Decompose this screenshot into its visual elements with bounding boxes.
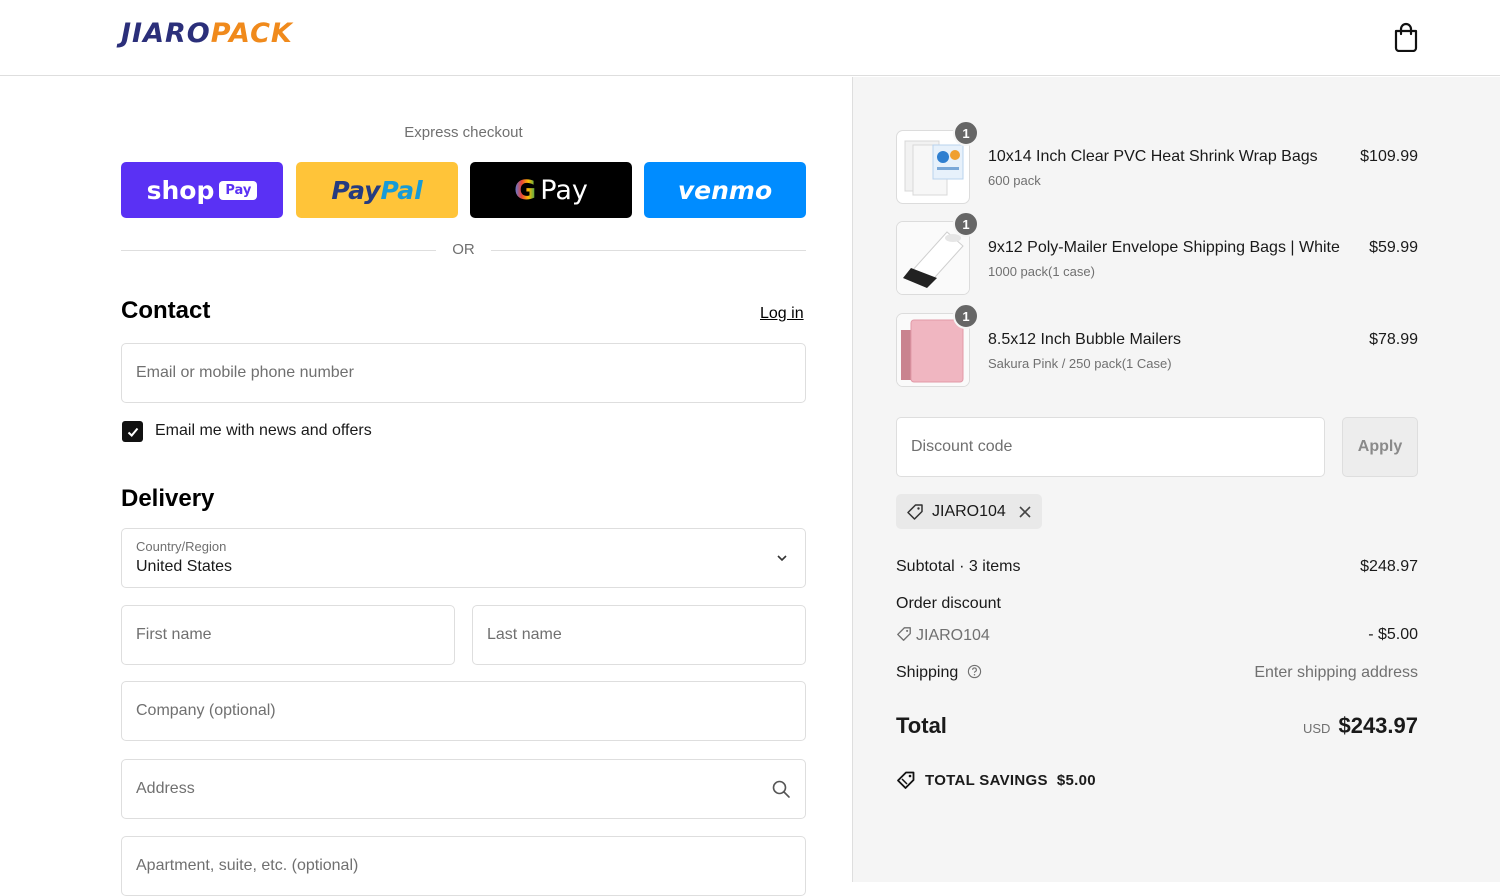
company-field-wrapper — [121, 681, 806, 741]
or-divider-text: OR — [452, 241, 475, 258]
delivery-heading: Delivery — [121, 485, 215, 512]
discount-value: - $5.00 — [1368, 626, 1418, 643]
discount-code-row: JIARO104 - $5.00 — [896, 626, 1418, 645]
shipping-row: Shipping Enter shipping address — [896, 664, 1418, 682]
country-select[interactable]: Country/Region United States — [121, 528, 806, 588]
tag-icon — [907, 503, 923, 520]
quantity-badge: 1 — [953, 211, 979, 237]
logo-text-accent: PACK — [210, 18, 293, 49]
newsletter-label: Email me with news and offers — [155, 422, 372, 439]
shop-pay-word: shop — [146, 175, 215, 205]
apply-discount-button[interactable]: Apply — [1342, 417, 1418, 477]
chevron-down-icon — [777, 555, 787, 562]
discount-code-input[interactable] — [897, 418, 1324, 476]
discount-field-wrapper — [896, 417, 1325, 477]
shopping-bag-icon[interactable] — [1392, 22, 1420, 52]
login-link[interactable]: Log in — [760, 305, 804, 323]
quantity-badge: 1 — [953, 303, 979, 329]
apartment-field-wrapper — [121, 836, 806, 896]
subtotal-row: Subtotal · 3 items $248.97 — [896, 558, 1418, 576]
apartment-input[interactable] — [122, 837, 805, 895]
paypal-word-1: Pay — [331, 175, 381, 205]
item-variant: 1000 pack(1 case) — [988, 264, 1095, 279]
help-circle-icon[interactable] — [967, 664, 982, 679]
or-divider-right — [491, 250, 806, 251]
last-name-input[interactable] — [473, 606, 805, 664]
tag-icon — [897, 627, 911, 641]
order-item: 1 10x14 Inch Clear PVC Heat Shrink Wrap … — [896, 120, 1418, 204]
newsletter-checkbox[interactable] — [122, 421, 143, 442]
item-price: $59.99 — [1369, 239, 1418, 256]
item-price: $109.99 — [1360, 148, 1418, 165]
address-field-wrapper — [121, 759, 806, 819]
order-item: 1 9x12 Poly-Mailer Envelope Shipping Bag… — [896, 211, 1418, 295]
address-input[interactable] — [122, 760, 805, 818]
total-value: $243.97 — [1338, 713, 1418, 738]
total-label: Total — [896, 713, 947, 738]
first-name-field-wrapper — [121, 605, 455, 665]
shop-pay-chip: Pay — [219, 180, 258, 200]
email-field-wrapper — [121, 343, 806, 403]
paypal-button[interactable]: Pay Pal — [296, 162, 458, 218]
total-savings: TOTAL SAVINGS $5.00 — [896, 770, 1096, 790]
venmo-button[interactable]: venmo — [644, 162, 806, 218]
item-variant: 600 pack — [988, 173, 1041, 188]
applied-discount-code: JIARO104 — [932, 502, 1006, 520]
or-divider-left — [121, 250, 436, 251]
email-input[interactable] — [122, 344, 805, 402]
subtotal-label: Subtotal · 3 items — [896, 558, 1021, 575]
remove-discount-icon[interactable] — [1018, 505, 1032, 519]
logo-text-primary: JIARO — [121, 18, 211, 49]
order-discount-row: Order discount — [896, 595, 1418, 613]
shop-pay-button[interactable]: shop Pay — [121, 162, 283, 218]
paypal-word-2: Pal — [380, 175, 423, 205]
order-item: 1 8.5x12 Inch Bubble Mailers Sakura Pink… — [896, 303, 1418, 387]
venmo-word: venmo — [677, 175, 773, 205]
quantity-badge: 1 — [953, 120, 979, 146]
item-price: $78.99 — [1369, 331, 1418, 348]
savings-label: TOTAL SAVINGS — [925, 771, 1048, 789]
google-pay-word: Pay — [540, 174, 588, 206]
google-pay-button[interactable]: G Pay — [470, 162, 632, 218]
checkmark-icon — [127, 427, 138, 437]
item-name: 10x14 Inch Clear PVC Heat Shrink Wrap Ba… — [988, 148, 1318, 165]
order-discount-label: Order discount — [896, 595, 1001, 612]
first-name-input[interactable] — [122, 606, 454, 664]
item-name: 8.5x12 Inch Bubble Mailers — [988, 331, 1181, 348]
shipping-label: Shipping — [896, 664, 959, 681]
savings-value: $5.00 — [1056, 771, 1096, 789]
country-label: Country/Region — [136, 539, 227, 554]
item-name: 9x12 Poly-Mailer Envelope Shipping Bags … — [988, 239, 1340, 256]
total-currency: USD — [1303, 721, 1331, 736]
savings-tag-icon — [897, 771, 915, 789]
contact-heading: Contact — [121, 297, 211, 324]
last-name-field-wrapper — [472, 605, 806, 665]
subtotal-value: $248.97 — [1360, 558, 1418, 575]
express-checkout-label: Express checkout — [404, 124, 523, 141]
header: JIAROPACK — [0, 0, 1500, 76]
item-variant: Sakura Pink / 250 pack(1 Case) — [988, 356, 1172, 371]
country-value: United States — [136, 558, 233, 575]
shipping-value: Enter shipping address — [1254, 664, 1418, 681]
search-icon — [772, 780, 790, 798]
applied-discount-chip: JIARO104 — [896, 494, 1042, 529]
company-input[interactable] — [122, 682, 805, 740]
discount-code-line: JIARO104 — [916, 627, 990, 644]
google-g-icon: G — [514, 174, 537, 206]
store-logo[interactable]: JIAROPACK — [121, 18, 293, 49]
